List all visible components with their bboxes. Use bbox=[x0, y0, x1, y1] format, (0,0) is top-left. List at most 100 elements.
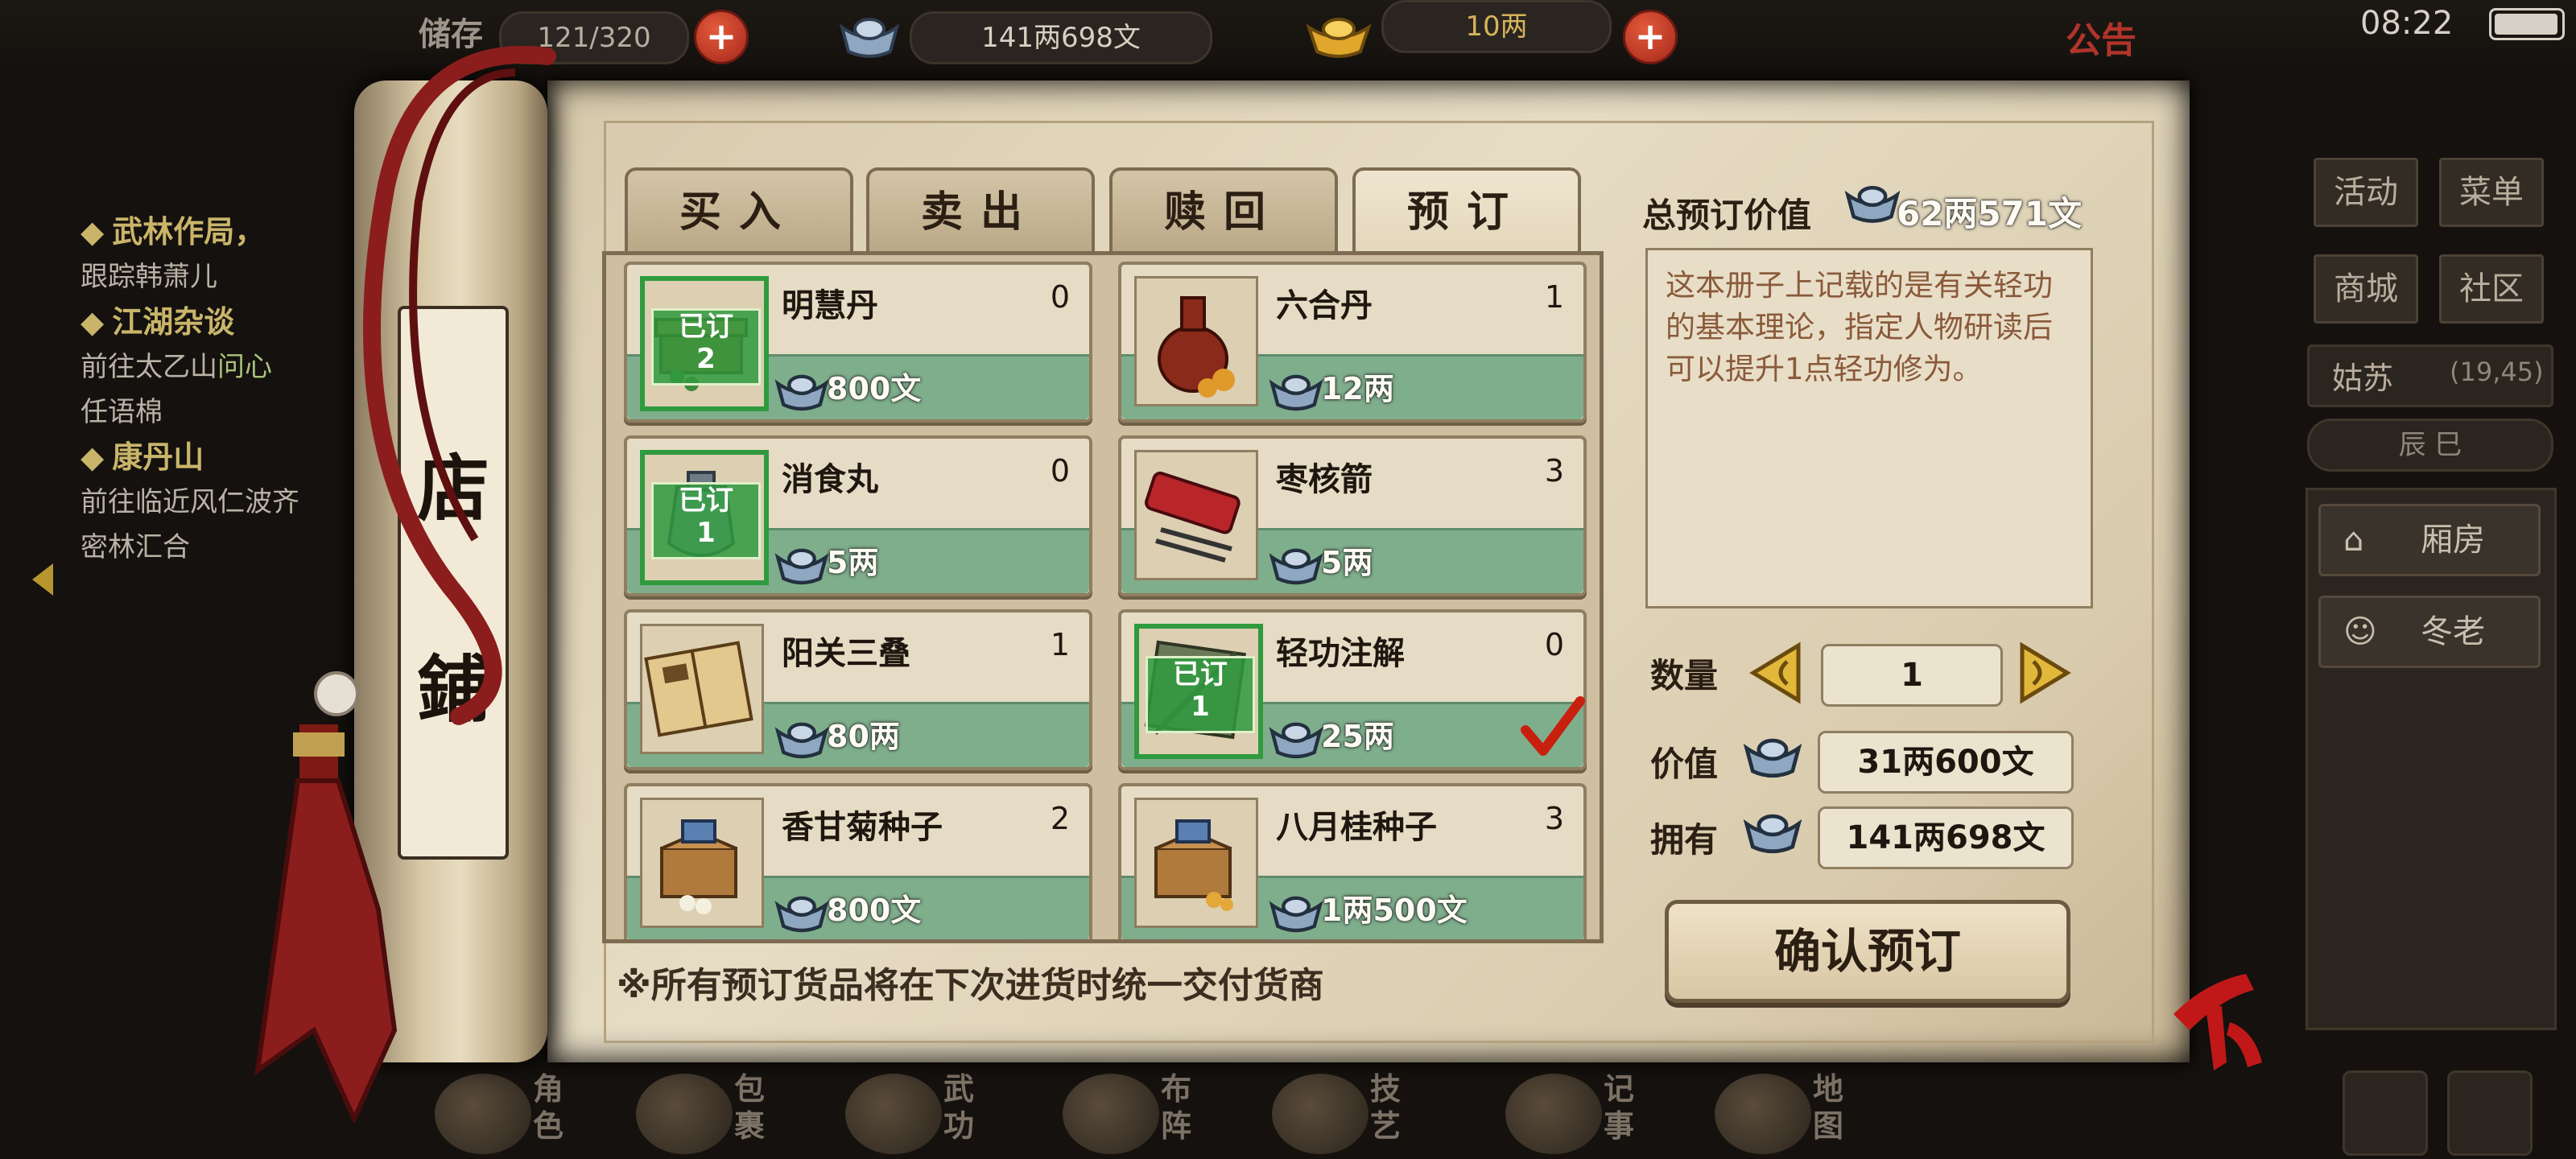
item-grid: 已订2 明慧丹 0 800文 六合丹 1 12两 已订1 消食丸 0 5两 bbox=[602, 251, 1604, 943]
silver-ingot-icon bbox=[1844, 185, 1901, 223]
map-icon bbox=[1715, 1074, 1811, 1154]
nav-label: 记事 bbox=[1604, 1071, 1635, 1144]
dart-bundle-icon bbox=[1134, 450, 1258, 580]
gold-ingot-icon bbox=[1304, 10, 1373, 66]
sidebar-small-button-1[interactable] bbox=[2343, 1070, 2428, 1156]
quest-desc: 前往太乙山 bbox=[80, 351, 217, 383]
nav-map[interactable]: 地图 bbox=[1715, 1070, 1884, 1159]
silver-ingot-icon bbox=[1743, 814, 1802, 854]
battery-icon bbox=[2489, 8, 2565, 40]
checkmark-icon bbox=[1521, 696, 1585, 756]
tab-sell[interactable]: 卖出 bbox=[866, 167, 1095, 254]
house-icon: ⌂ bbox=[2343, 522, 2364, 559]
room-button[interactable]: ⌂ 厢房 bbox=[2318, 504, 2541, 576]
sidebar-small-button-2[interactable] bbox=[2447, 1070, 2533, 1156]
reserved-badge: 已订 2 bbox=[651, 308, 761, 386]
own-label: 拥有 bbox=[1650, 820, 1719, 860]
medicine-gourd-icon bbox=[1134, 276, 1258, 406]
announcement-button[interactable]: 公告 bbox=[2066, 11, 2136, 63]
nav-skills[interactable]: 技艺 bbox=[1272, 1070, 1441, 1159]
tab-redeem[interactable]: 赎回 bbox=[1109, 167, 1338, 254]
menu-button[interactable]: 菜单 bbox=[2439, 158, 2544, 227]
formation-icon bbox=[1063, 1074, 1159, 1154]
silver-amount: 141两698文 bbox=[910, 11, 1212, 64]
item-price: 5两 bbox=[1321, 545, 1373, 580]
item-card[interactable]: 阳关三叠 1 80两 bbox=[624, 609, 1092, 770]
item-description: 这本册子上记载的是有关轻功的基本理论，指定人物研读后可以提升1点轻功修为。 bbox=[1645, 248, 2093, 608]
pill-vase-icon: 已订 1 bbox=[640, 450, 769, 585]
add-gold-button[interactable]: + bbox=[1623, 10, 1678, 64]
item-name: 消食丸 bbox=[782, 461, 878, 498]
total-reserve-value: 62两571文 bbox=[1897, 194, 2083, 233]
item-card[interactable]: 八月桂种子 3 1两500文 bbox=[1118, 783, 1587, 939]
silver-ingot-icon bbox=[1269, 548, 1323, 585]
increase-quantity-button[interactable] bbox=[2016, 641, 2074, 705]
bag-icon bbox=[636, 1074, 733, 1154]
person-icon: ☺ bbox=[2343, 613, 2377, 650]
nav-label: 武功 bbox=[943, 1071, 975, 1144]
martial-arts-icon bbox=[845, 1074, 942, 1154]
item-count: 3 bbox=[1544, 801, 1564, 836]
nav-martial-arts[interactable]: 武功 bbox=[845, 1070, 1014, 1159]
location-coords: (19,45) bbox=[2450, 357, 2544, 387]
item-count: 0 bbox=[1544, 627, 1564, 662]
item-name: 枣核箭 bbox=[1276, 461, 1373, 498]
silver-ingot-icon bbox=[774, 896, 829, 933]
silver-ingot-icon bbox=[837, 11, 902, 66]
tassel-icon bbox=[254, 46, 556, 1125]
nav-formation[interactable]: 布阵 bbox=[1063, 1070, 1232, 1159]
silver-ingot-icon bbox=[1269, 722, 1323, 759]
item-name: 阳关三叠 bbox=[782, 635, 910, 672]
item-name: 轻功注解 bbox=[1276, 635, 1405, 672]
item-name: 明慧丹 bbox=[782, 287, 878, 324]
item-count: 1 bbox=[1544, 279, 1564, 315]
leave-brush-icon bbox=[2174, 974, 2262, 1070]
scroll-book-icon: 已订 1 bbox=[1134, 624, 1263, 759]
item-price: 800文 bbox=[827, 371, 922, 406]
pill-box-icon: 已订 2 bbox=[640, 276, 769, 411]
nav-bag[interactable]: 包裹 bbox=[636, 1070, 805, 1159]
quantity-label: 数量 bbox=[1650, 656, 1719, 695]
nav-label: 技艺 bbox=[1370, 1071, 1402, 1144]
quantity-input[interactable]: 1 bbox=[1821, 644, 2003, 707]
item-name: 八月桂种子 bbox=[1276, 809, 1437, 846]
tab-buy[interactable]: 买入 bbox=[625, 167, 853, 254]
item-card-selected[interactable]: 已订 1 轻功注解 0 25两 bbox=[1118, 609, 1587, 770]
item-count: 0 bbox=[1050, 453, 1070, 489]
nav-journal[interactable]: 记事 bbox=[1505, 1070, 1674, 1159]
npc-label: 冬老 bbox=[2421, 613, 2485, 650]
quest-title: 康丹山 bbox=[112, 439, 204, 475]
activity-button[interactable]: 活动 bbox=[2314, 158, 2418, 227]
item-card[interactable]: 已订 2 明慧丹 0 800文 bbox=[624, 262, 1092, 423]
location-bar: 姑苏 (19,45) bbox=[2307, 344, 2553, 407]
silver-ingot-icon bbox=[1269, 374, 1323, 411]
diamond-icon: ◆ bbox=[80, 214, 105, 250]
item-count: 2 bbox=[1050, 801, 1070, 836]
room-label: 厢房 bbox=[2421, 522, 2485, 559]
clock: 08:22 bbox=[2360, 5, 2454, 42]
confirm-reserve-button[interactable]: 确认预订 bbox=[1665, 900, 2070, 1003]
diamond-icon: ◆ bbox=[80, 304, 105, 340]
item-card[interactable]: 香甘菊种子 2 800文 bbox=[624, 783, 1092, 939]
community-button[interactable]: 社区 bbox=[2439, 254, 2544, 324]
item-price: 25两 bbox=[1321, 719, 1394, 754]
item-card[interactable]: 枣核箭 3 5两 bbox=[1118, 435, 1587, 596]
item-card[interactable]: 六合丹 1 12两 bbox=[1118, 262, 1587, 423]
item-card[interactable]: 已订 1 消食丸 0 5两 bbox=[624, 435, 1092, 596]
own-amount: 141两698文 bbox=[1818, 806, 2074, 869]
add-storage-button[interactable]: + bbox=[694, 10, 749, 64]
quest-title: 江湖杂谈 bbox=[112, 304, 235, 340]
mall-button[interactable]: 商城 bbox=[2314, 254, 2418, 324]
seed-box-icon bbox=[640, 798, 764, 928]
tab-reserve[interactable]: 预订 bbox=[1352, 167, 1581, 254]
time-of-day: 辰 巳 bbox=[2307, 419, 2553, 472]
decrease-quantity-button[interactable] bbox=[1747, 641, 1805, 705]
value-amount: 31两600文 bbox=[1818, 731, 2074, 794]
collapse-left-icon[interactable] bbox=[32, 563, 53, 596]
leave-button[interactable] bbox=[2157, 958, 2278, 1079]
npc-button[interactable]: ☺ 冬老 bbox=[2318, 596, 2541, 668]
silver-ingot-icon bbox=[774, 722, 829, 759]
silver-ingot-icon bbox=[774, 548, 829, 585]
item-count: 1 bbox=[1050, 627, 1070, 662]
gold-amount: 10两 bbox=[1381, 0, 1612, 53]
